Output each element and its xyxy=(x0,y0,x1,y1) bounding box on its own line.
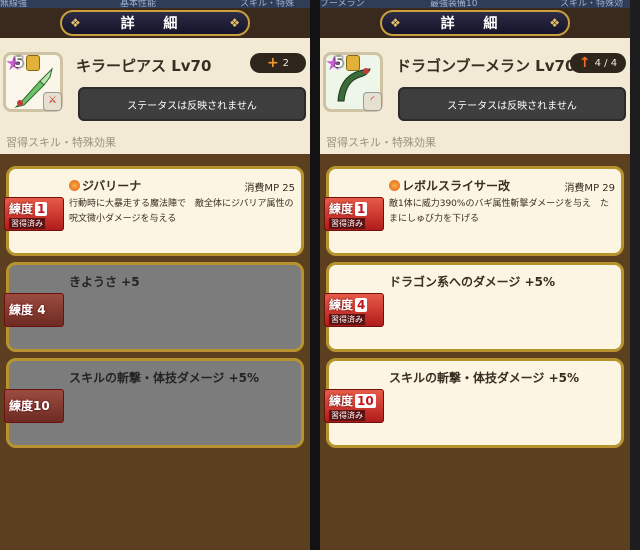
ornament-right-icon: ❖ xyxy=(229,16,240,30)
mastery-stone: 練度 1 習得済み xyxy=(4,197,64,231)
learned-label: 習得済み xyxy=(329,218,365,229)
title-bar: ❖ 詳 細 ❖ xyxy=(0,8,310,38)
page-title: 詳 細 xyxy=(120,16,190,32)
weapon-info-card: ★ 5 ◜ ドラゴンブーメラン Lv70 ↑ 4 / 4 ステータスは反映されま… xyxy=(320,38,630,128)
mastery-label: 練度 xyxy=(9,303,34,317)
learned-label: 習得済み xyxy=(329,314,365,325)
status-not-reflected-button[interactable]: ステータスは反映されません xyxy=(398,87,626,121)
lock-icon xyxy=(345,55,360,71)
detail-panel-right: ブーメラン 最強装備10 スキル・特殊効 ❖ 詳 細 ❖ ★ 5 ◜ ドラゴンブ… xyxy=(320,0,630,550)
section-label: 習得スキル・特殊効果 xyxy=(326,136,436,149)
ornament-left-icon: ❖ xyxy=(390,16,401,30)
tab-strip: 無線強 基本性能 スキル・特殊 xyxy=(0,0,310,9)
skill-name: ジバリーナ xyxy=(69,177,141,194)
status-not-reflected-button[interactable]: ステータスは反映されません xyxy=(78,87,306,121)
panel-divider xyxy=(310,0,320,550)
title-bar: ❖ 詳 細 ❖ xyxy=(320,8,630,38)
detail-panel-left: 無線強 基本性能 スキル・特殊 ❖ 詳 細 ❖ ★ 5 ⚔ キラーピアス Lv7… xyxy=(0,0,310,550)
mastery-stone: 練度 4 xyxy=(4,293,64,327)
skill-list: 練度 1 習得済み レボルスライサー改 消費MP 29 敵1体に威力390%のバギ… xyxy=(320,154,630,550)
mastery-label: 練度 xyxy=(9,202,34,216)
rarity-count: 5 xyxy=(333,55,344,71)
detail-title-plate: ❖ 詳 細 ❖ xyxy=(380,10,570,36)
upgrade-badge[interactable]: + 2 xyxy=(250,53,306,73)
mp-cost: 消費MP 29 xyxy=(564,183,615,194)
skill-name: ドラゴン系へのダメージ +5% xyxy=(389,275,556,289)
skill-card[interactable]: 練度 1 習得済み レボルスライサー改 消費MP 29 敵1体に威力390%のバギ… xyxy=(324,166,624,256)
mastery-number: 1 xyxy=(35,202,48,216)
mp-cost: 消費MP 25 xyxy=(244,183,295,194)
mastery-label: 練度 xyxy=(329,202,354,216)
dagger-type-icon: ⚔ xyxy=(43,92,62,111)
skills-section-header: 習得スキル・特殊効果 xyxy=(320,128,630,154)
skill-description: 行動時に大暴走する魔法陣で 敵全体にジバリア属性の 呪文微小ダメージを与える xyxy=(69,199,303,224)
mastery-stone: 練度10 xyxy=(4,389,64,423)
tab-strip: ブーメラン 最強装備10 スキル・特殊効 xyxy=(320,0,630,9)
detail-title-plate: ❖ 詳 細 ❖ xyxy=(60,10,250,36)
skill-card[interactable]: 練度 4 習得済み ドラゴン系へのダメージ +5% xyxy=(324,262,624,352)
skill-description: 敵1体に威力390%のバギ属性斬撃ダメージを与え たまにしゅび力を下げる xyxy=(389,199,610,224)
boomerang-type-icon: ◜ xyxy=(363,92,382,111)
plus-icon: + xyxy=(266,55,279,71)
skill-orb-icon xyxy=(69,180,80,191)
weapon-name: ドラゴンブーメラン Lv70 xyxy=(396,57,576,75)
lock-icon xyxy=(25,55,40,71)
rarity-stars: ★ 5 xyxy=(325,51,360,75)
skill-list: 練度 1 習得済み ジバリーナ 消費MP 25 行動時に大暴走する魔法陣で 敵全体… xyxy=(0,154,310,550)
weapon-thumbnail[interactable]: ★ 5 ◜ xyxy=(323,51,383,112)
skill-card[interactable]: 練度 1 習得済み ジバリーナ 消費MP 25 行動時に大暴走する魔法陣で 敵全体… xyxy=(4,166,304,256)
skill-orb-icon xyxy=(389,180,400,191)
upgrade-badge[interactable]: ↑ 4 / 4 xyxy=(570,53,626,73)
upgrade-count: 4 / 4 xyxy=(594,57,618,69)
upgrade-count: 2 xyxy=(282,57,290,69)
mastery-label: 練度 xyxy=(329,394,354,408)
mastery-number: 4 xyxy=(37,303,46,317)
mastery-number: 10 xyxy=(33,399,50,413)
section-label: 習得スキル・特殊効果 xyxy=(6,136,116,149)
learned-label: 習得済み xyxy=(9,218,45,229)
ornament-left-icon: ❖ xyxy=(70,16,81,30)
skill-card[interactable]: 練度10 スキルの斬撃・体技ダメージ +5% xyxy=(4,358,304,448)
skill-card[interactable]: 練度 4 きようさ +5 xyxy=(4,262,304,352)
arrow-up-icon: ↑ xyxy=(578,55,591,71)
skill-name: きようさ +5 xyxy=(69,275,140,289)
mastery-number: 10 xyxy=(355,394,376,408)
weapon-thumbnail[interactable]: ★ 5 ⚔ xyxy=(3,51,63,112)
mastery-label: 練度 xyxy=(9,399,34,413)
learned-label: 習得済み xyxy=(329,410,365,421)
ornament-right-icon: ❖ xyxy=(549,16,560,30)
rarity-count: 5 xyxy=(13,55,24,71)
weapon-name: キラーピアス Lv70 xyxy=(76,57,212,75)
skill-name: スキルの斬撃・体技ダメージ +5% xyxy=(389,371,580,385)
mastery-number: 1 xyxy=(355,202,368,216)
skill-name: スキルの斬撃・体技ダメージ +5% xyxy=(69,371,260,385)
page-title: 詳 細 xyxy=(440,16,510,32)
skills-section-header: 習得スキル・特殊効果 xyxy=(0,128,310,154)
rarity-stars: ★ 5 xyxy=(5,51,40,75)
mastery-label: 練度 xyxy=(329,298,354,312)
mastery-stone: 練度 1 習得済み xyxy=(324,197,384,231)
mastery-stone: 練度 4 習得済み xyxy=(324,293,384,327)
mastery-stone: 練度 10 習得済み xyxy=(324,389,384,423)
weapon-info-card: ★ 5 ⚔ キラーピアス Lv70 + 2 ステータスは反映されません xyxy=(0,38,310,128)
skill-card[interactable]: 練度 10 習得済み スキルの斬撃・体技ダメージ +5% xyxy=(324,358,624,448)
mastery-number: 4 xyxy=(355,298,368,312)
skill-name: レボルスライサー改 xyxy=(389,177,510,194)
